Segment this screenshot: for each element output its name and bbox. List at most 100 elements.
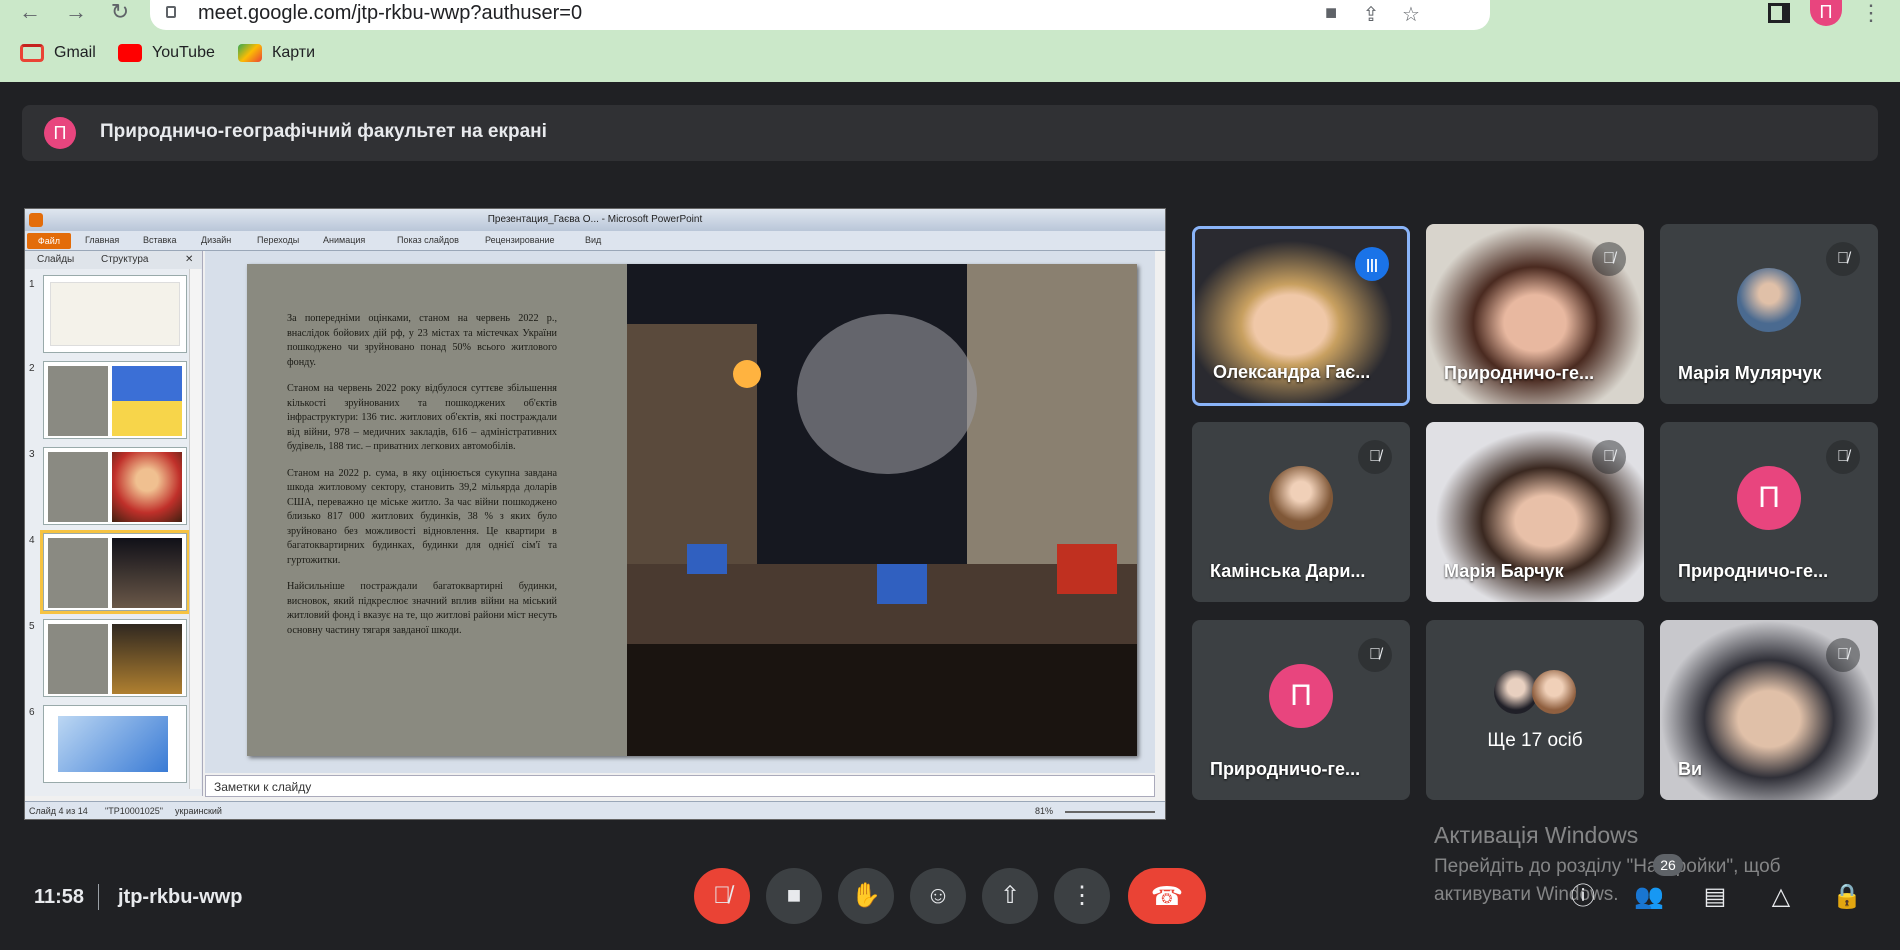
ribbon-tab[interactable]: Вид xyxy=(585,235,601,245)
bookmark-maps[interactable]: Карти xyxy=(238,44,315,62)
thumb-number: 2 xyxy=(29,363,35,374)
participant-tile[interactable]: 🎙̸ Марія Мулярчук xyxy=(1660,224,1878,404)
mic-off-icon: 🎙̸ xyxy=(1358,638,1392,672)
slide-paragraph: Станом на червень 2022 року відбулося су… xyxy=(287,383,557,452)
thumbnail-scrollbar[interactable] xyxy=(189,269,201,789)
slide-counter: Слайд 4 из 14 xyxy=(29,806,88,816)
raise-hand-button[interactable]: ✋ xyxy=(838,868,894,924)
activities-icon[interactable]: △ xyxy=(1764,880,1798,914)
powerpoint-window-title: Презентация_Гаєва О... - Microsoft Power… xyxy=(487,214,703,225)
ribbon-tab[interactable]: Показ слайдов xyxy=(397,235,459,245)
watermark-title: Активація Windows xyxy=(1434,822,1639,848)
participant-count-badge: 26 xyxy=(1653,854,1683,876)
mic-off-icon: 🎙̸ xyxy=(1592,440,1626,474)
participant-avatar: П xyxy=(1737,466,1801,530)
mic-off-icon: 🎙̸ xyxy=(1826,638,1860,672)
slide-thumbnail[interactable] xyxy=(43,619,187,697)
participant-name: Камінська Дари... xyxy=(1210,561,1366,581)
panel-tabs: Слайды Структура ✕ xyxy=(25,251,202,269)
emoji-reactions-button[interactable]: ☺ xyxy=(910,868,966,924)
participant-name: Природничо-ге... xyxy=(1210,759,1361,779)
bookmark-star-icon[interactable]: ☆ xyxy=(1398,2,1424,28)
participant-tile[interactable]: 🎙̸ Камінська Дари... xyxy=(1192,422,1410,602)
participant-tile[interactable]: П 🎙̸ Природничо-ге... xyxy=(1192,620,1410,800)
profile-avatar[interactable]: П xyxy=(1810,0,1842,26)
zoom-level: 81% xyxy=(1035,806,1054,816)
speaking-indicator-icon: ||| xyxy=(1355,247,1389,281)
participant-name: Природничо-ге... xyxy=(1678,561,1829,581)
participant-avatar: П xyxy=(1269,664,1333,728)
ribbon-tab[interactable]: Рецензирование xyxy=(485,235,555,245)
participant-photo xyxy=(1737,268,1801,332)
camera-icon[interactable]: ■ xyxy=(1318,2,1344,28)
browser-menu-icon[interactable]: ⋮ xyxy=(1860,0,1882,26)
slide-paragraph: Станом на 2022 р. сума, в яку оцінюється… xyxy=(287,467,557,566)
slide-text: За попередніми оцінками, станом на черве… xyxy=(287,312,557,650)
presenting-banner: П Природничо-географічний факультет на е… xyxy=(22,105,1878,161)
ribbon-tab[interactable]: Вставка xyxy=(143,235,176,245)
powerpoint-statusbar: Слайд 4 из 14 "TP10001025" украинский 81… xyxy=(25,801,1165,819)
reload-icon[interactable]: ↻ xyxy=(106,0,134,26)
zoom-slider[interactable] xyxy=(1065,811,1155,813)
participant-name: Марія Барчук xyxy=(1444,561,1564,581)
close-panel-icon[interactable]: ✕ xyxy=(185,254,193,265)
present-screen-button[interactable]: ⇧ xyxy=(982,868,1038,924)
microphone-off-button[interactable]: 🎙̸ xyxy=(694,868,750,924)
side-panel-icon[interactable] xyxy=(1768,3,1790,23)
more-participants-label: Ще 17 осіб xyxy=(1487,730,1583,751)
powerpoint-app-icon xyxy=(29,213,43,227)
share-icon[interactable]: ⇪ xyxy=(1358,2,1384,28)
slide-thumbnail-selected[interactable] xyxy=(40,530,190,614)
ribbon-tab[interactable]: Главная xyxy=(85,235,119,245)
participant-tile[interactable]: 🎙̸ Природничо-ге... xyxy=(1426,224,1644,404)
bookmark-youtube[interactable]: YouTube xyxy=(118,44,215,62)
slide-notes-field[interactable]: Заметки к слайду xyxy=(205,775,1155,797)
thumb-number: 5 xyxy=(29,621,35,632)
address-bar[interactable]: meet.google.com/jtp-rkbu-wwp?authuser=0 … xyxy=(150,0,1490,30)
leave-call-button[interactable]: ☎ xyxy=(1128,868,1206,924)
meeting-time: 11:58 xyxy=(34,886,85,908)
browser-chrome: ← → ↻ meet.google.com/jtp-rkbu-wwp?authu… xyxy=(0,0,1900,82)
participant-tile[interactable]: ||| Олександра Гає... xyxy=(1192,226,1410,406)
more-options-button[interactable]: ⋮ xyxy=(1054,868,1110,924)
meeting-details-icon[interactable]: ⓘ xyxy=(1566,880,1600,914)
slide-thumbnail[interactable] xyxy=(43,275,187,353)
people-icon[interactable]: 👥 xyxy=(1632,880,1666,914)
chat-icon[interactable]: ▤ xyxy=(1698,880,1732,914)
bookmark-gmail[interactable]: Gmail xyxy=(20,44,96,62)
thumb-number: 1 xyxy=(29,279,35,290)
slide-paragraph: За попередніми оцінками, станом на черве… xyxy=(287,313,557,368)
participant-tile[interactable]: П 🎙̸ Природничо-ге... xyxy=(1660,422,1878,602)
outline-tab[interactable]: Структура xyxy=(101,254,148,265)
participant-name: Ви xyxy=(1678,759,1703,779)
camera-button[interactable]: ■ xyxy=(766,868,822,924)
file-tab[interactable]: Файл xyxy=(27,233,71,249)
ribbon-tab[interactable]: Дизайн xyxy=(201,235,231,245)
self-tile[interactable]: 🎙̸ Ви xyxy=(1660,620,1878,800)
bookmark-label: Карти xyxy=(272,44,316,61)
participant-tile[interactable]: 🎙̸ Марія Барчук xyxy=(1426,422,1644,602)
forward-arrow-icon[interactable]: → xyxy=(62,0,90,26)
slide-thumbnail[interactable] xyxy=(43,361,187,439)
participant-photo xyxy=(1269,466,1333,530)
slides-tab[interactable]: Слайды xyxy=(37,254,74,265)
thumb-number: 4 xyxy=(29,535,35,546)
more-participants-tile[interactable]: Ще 17 осіб xyxy=(1426,620,1644,800)
lock-icon xyxy=(166,6,176,18)
mic-off-icon: 🎙̸ xyxy=(1592,242,1626,276)
back-arrow-icon[interactable]: ← xyxy=(16,0,44,26)
slide-thumbnail[interactable] xyxy=(43,447,187,525)
address-row: ← → ↻ meet.google.com/jtp-rkbu-wwp?authu… xyxy=(0,0,1900,30)
bookmark-label: YouTube xyxy=(152,44,215,61)
shared-screen: Презентация_Гаєва О... - Microsoft Power… xyxy=(24,208,1166,820)
watermark-line: Перейдіть до розділу "Настройки", щоб xyxy=(1434,856,1781,877)
host-controls-icon[interactable]: 🔒 xyxy=(1830,880,1864,914)
participant-name: Олександра Гає... xyxy=(1213,362,1371,382)
ribbon-tab[interactable]: Анимация xyxy=(323,235,365,245)
slide-paragraph: Найсильніше постраждали багатоквартирні … xyxy=(287,581,557,636)
url-text[interactable]: meet.google.com/jtp-rkbu-wwp?authuser=0 xyxy=(198,2,582,25)
divider xyxy=(98,884,99,910)
thumb-number: 6 xyxy=(29,707,35,718)
ribbon-tab[interactable]: Переходы xyxy=(257,235,299,245)
slide-thumbnail[interactable] xyxy=(43,705,187,783)
